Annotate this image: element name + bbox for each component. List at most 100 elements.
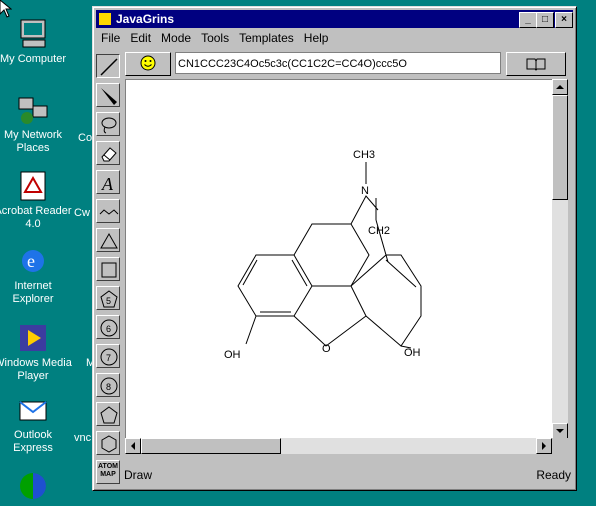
pentagon-5-icon: 5 [100, 290, 118, 308]
ring-6-tool[interactable]: 6 [96, 315, 120, 339]
arrow-right-icon [542, 442, 546, 450]
desktop-icon-label: Internet Explorer [12, 280, 54, 305]
horizontal-scroll-thumb[interactable] [141, 438, 281, 454]
window-title: JavaGrins [116, 12, 175, 26]
vertical-scrollbar[interactable] [552, 79, 568, 439]
desktop-icon-my-computer[interactable]: My Computer [0, 18, 72, 66]
scroll-up-button[interactable] [552, 79, 568, 95]
molecule-bonds [237, 162, 422, 349]
desktop-icon-label: My Network Places [3, 129, 63, 154]
hydroxyl-right-label: OH [404, 347, 421, 359]
toolbar: CN1CCC23C4Oc5c3c(CC1C2C=CC4O)ccc5O [121, 51, 569, 76]
wedge-bond-icon [101, 88, 117, 105]
hexagon-icon [101, 435, 117, 453]
smiley-icon [140, 55, 156, 71]
triangle-tool[interactable] [96, 228, 120, 252]
scroll-left-button[interactable] [125, 438, 141, 454]
desktop-partial-label: Cw [74, 207, 90, 219]
scroll-down-button[interactable] [552, 423, 568, 439]
eraser-icon [101, 147, 117, 162]
menu-tools[interactable]: Tools [196, 29, 234, 47]
pie-icon [17, 470, 49, 502]
ring-7-icon: 7 [100, 348, 118, 366]
desktop-icon-label: Outlook Express [13, 429, 53, 454]
svg-text:A: A [101, 174, 114, 193]
scroll-right-button[interactable] [536, 438, 552, 454]
hydroxyl-left-label: OH [224, 349, 241, 361]
scroll-corner [552, 438, 568, 454]
desktop-icon-internet-explorer[interactable]: e Internet Explorer [0, 245, 72, 306]
svg-text:7: 7 [106, 353, 111, 363]
menu-mode[interactable]: Mode [156, 29, 196, 47]
desktop-icon-outlook-express[interactable]: Outlook Express [0, 394, 72, 455]
desktop-icon-label: My Computer [0, 53, 67, 65]
svg-text:e: e [27, 251, 35, 271]
network-icon [17, 94, 49, 126]
title-bar[interactable]: JavaGrins _ □ × [96, 10, 573, 28]
lasso-icon [101, 117, 117, 134]
vertical-scroll-thumb[interactable] [552, 95, 568, 200]
chain-icon [99, 209, 119, 215]
maximize-button[interactable]: □ [536, 12, 554, 28]
desktop-icon-network-places[interactable]: My Network Places [0, 94, 72, 155]
pentagon-tool[interactable] [96, 402, 120, 426]
svg-text:8: 8 [106, 382, 111, 392]
desktop-partial-label: Co [78, 132, 93, 144]
svg-text:5: 5 [106, 296, 111, 306]
mouse-cursor-icon [0, 0, 12, 18]
desktop-icon-media-player[interactable]: Windows Media Player [0, 322, 72, 383]
outlook-express-icon [17, 394, 49, 426]
menu-templates[interactable]: Templates [234, 29, 299, 47]
oxygen-label: O [322, 343, 331, 355]
eraser-tool[interactable] [96, 141, 120, 165]
menu-help[interactable]: Help [299, 29, 334, 47]
ring-6-icon: 6 [100, 319, 118, 337]
desktop-icon-label: Windows Media Player [0, 357, 72, 382]
arrow-left-icon [131, 442, 135, 450]
svg-text:6: 6 [106, 324, 111, 334]
arrow-down-icon [556, 429, 564, 433]
status-mode: Draw [124, 468, 153, 482]
ring-5-tool[interactable]: 5 [96, 286, 120, 310]
lasso-tool[interactable] [96, 112, 120, 136]
text-a-icon: A [101, 174, 114, 193]
status-bar: Draw Ready [96, 465, 573, 485]
menu-edit[interactable]: Edit [125, 29, 156, 47]
chain-tool[interactable] [96, 199, 120, 223]
ring-7-tool[interactable]: 7 [96, 344, 120, 368]
book-icon [526, 58, 546, 71]
arrow-up-icon [556, 85, 564, 89]
desktop-partial-label: vnc [74, 432, 92, 444]
dictionary-button[interactable] [506, 52, 566, 76]
javagrins-window: JavaGrins _ □ × File Edit Mode Tools Templat… [92, 6, 577, 491]
acrobat-icon [17, 170, 49, 202]
horizontal-scrollbar[interactable] [125, 438, 552, 454]
nitrogen-label: N [361, 185, 369, 197]
minimize-button[interactable]: _ [519, 12, 537, 28]
methylene-label: CH2 [368, 225, 390, 237]
methyl-label: CH3 [353, 149, 375, 161]
desktop-icon-partial[interactable] [0, 470, 72, 505]
line-tool[interactable] [96, 54, 120, 78]
square-icon [101, 262, 117, 278]
desktop-icon-acrobat[interactable]: Acrobat Reader 4.0 [0, 170, 72, 231]
internet-explorer-icon: e [17, 245, 49, 277]
menu-file[interactable]: File [96, 29, 125, 47]
app-icon [99, 13, 111, 25]
pentagon-icon [100, 406, 118, 424]
triangle-icon [100, 232, 118, 249]
computer-icon [17, 18, 49, 50]
text-tool[interactable]: A [96, 170, 120, 194]
desktop-icon-label: Acrobat Reader 4.0 [0, 205, 72, 230]
ring-8-icon: 8 [100, 377, 118, 395]
hexagon-tool[interactable] [96, 431, 120, 455]
drawing-canvas[interactable]: CH3 N CH2 O OH OH [125, 79, 553, 439]
status-ready: Ready [536, 468, 571, 482]
ring-8-tool[interactable]: 8 [96, 373, 120, 397]
close-button[interactable]: × [555, 12, 573, 28]
wedge-tool[interactable] [96, 83, 120, 107]
smiles-input[interactable]: CN1CCC23C4Oc5c3c(CC1C2C=CC4O)ccc5O [175, 52, 501, 74]
square-tool[interactable] [96, 257, 120, 281]
smiley-button[interactable] [125, 52, 171, 76]
line-icon [100, 58, 118, 76]
